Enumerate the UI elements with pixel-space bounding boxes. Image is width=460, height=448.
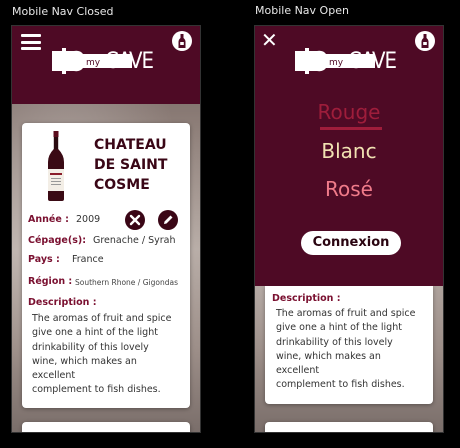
bottle-icon[interactable] xyxy=(172,31,192,51)
description-line: drinkability of this lovely xyxy=(276,336,393,348)
description-text: The aromas of fruit and spice give one a… xyxy=(32,312,182,398)
description-line: complement to fish dishes. xyxy=(32,384,161,396)
pays-value: France xyxy=(72,254,104,265)
wine-name-line: CHATEAU xyxy=(94,137,167,153)
logo-my-text: my xyxy=(329,58,344,68)
nav-menu-panel: ✕ my CAVE Rouge Blanc Rosé Connexion xyxy=(255,26,443,286)
cepage-label: Cépage(s): xyxy=(28,235,87,246)
logo-my-text: my xyxy=(86,58,101,68)
description-line: wine, which makes an xyxy=(276,350,381,362)
description-label: Description : xyxy=(272,293,341,304)
description-line: The aromas of fruit and spice xyxy=(32,313,172,324)
bottle-icon[interactable] xyxy=(415,31,435,51)
cepage-value: Grenache / Syrah xyxy=(93,235,176,246)
caption-nav-open: Mobile Nav Open xyxy=(255,4,349,17)
phone-nav-closed: my CAVE CHATEAU DE SAINT COSME Année : 2… xyxy=(11,25,201,433)
description-text: The aromas of fruit and spice give one a… xyxy=(276,307,426,393)
nav-item-rouge[interactable]: Rouge xyxy=(255,100,443,124)
next-wine-card xyxy=(22,422,190,432)
year-value: 2009 xyxy=(76,214,101,225)
description-line: The aromas of fruit and spice xyxy=(276,308,416,319)
description-line: excellent xyxy=(276,365,320,377)
logo-cave-text: CAVE xyxy=(105,49,154,74)
description-label: Description : xyxy=(28,297,97,308)
wine-name-line: COSME xyxy=(94,177,150,193)
hamburger-icon[interactable] xyxy=(21,34,41,50)
description-line: drinkability of this lovely xyxy=(32,341,149,353)
phone-nav-open: Description : The aromas of fruit and sp… xyxy=(254,25,444,433)
description-line: excellent xyxy=(32,370,76,382)
nav-item-blanc[interactable]: Blanc xyxy=(255,139,443,163)
wine-name: CHATEAU DE SAINT COSME xyxy=(94,135,184,195)
wine-card: CHATEAU DE SAINT COSME Année : 2009 Cépa… xyxy=(22,123,190,408)
year-label: Année : xyxy=(28,214,69,225)
app-logo[interactable]: my CAVE xyxy=(295,46,399,80)
connexion-button[interactable]: Connexion xyxy=(301,231,401,255)
region-value: Southern Rhone / Gigondas xyxy=(75,278,178,287)
description-line: give one a hint of the light xyxy=(32,327,158,339)
wine-name-line: DE SAINT xyxy=(94,157,168,173)
edit-button[interactable] xyxy=(158,210,178,230)
next-wine-card xyxy=(265,422,433,432)
logo-cave-text: CAVE xyxy=(348,49,397,74)
app-logo[interactable]: my CAVE xyxy=(52,46,156,80)
wine-card-description: Description : The aromas of fruit and sp… xyxy=(265,286,433,404)
edit-icon xyxy=(164,215,173,224)
caption-nav-closed: Mobile Nav Closed xyxy=(12,5,114,18)
description-line: give one a hint of the light xyxy=(276,322,402,334)
nav-item-rose[interactable]: Rosé xyxy=(255,177,443,201)
description-line: complement to fish dishes. xyxy=(276,379,405,391)
pays-label: Pays : xyxy=(28,254,60,265)
delete-icon xyxy=(129,214,141,226)
wine-bottle-image xyxy=(48,131,64,201)
active-underline xyxy=(320,127,382,130)
delete-button[interactable] xyxy=(125,210,145,230)
region-label: Région : xyxy=(28,276,73,287)
app-header: my CAVE xyxy=(12,26,200,104)
close-icon[interactable]: ✕ xyxy=(261,29,278,51)
description-line: wine, which makes an xyxy=(32,355,137,367)
